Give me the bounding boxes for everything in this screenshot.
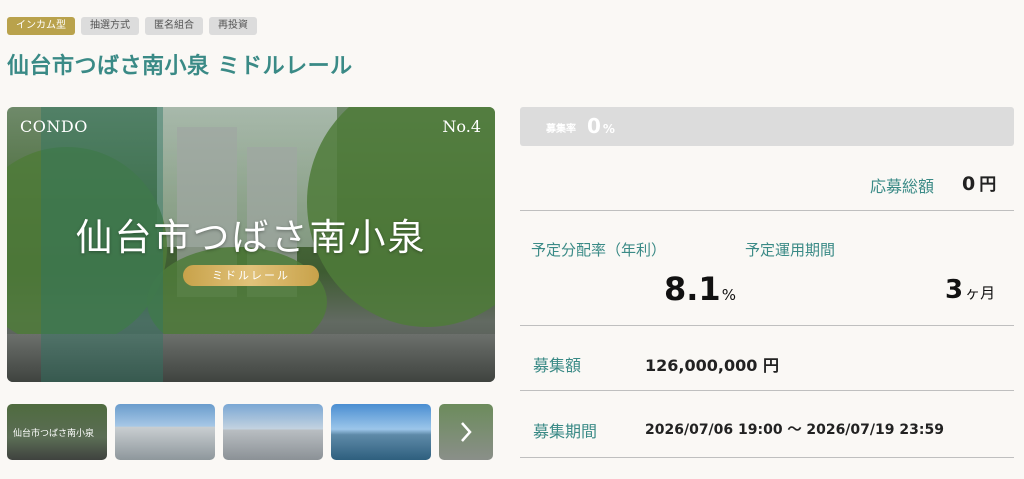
total-applied-value: 0円 xyxy=(962,173,997,195)
fund-title: 仙台市つばさ南小泉 ミドルレール xyxy=(7,54,353,79)
recruitment-amount-value: 126,000,000 円 xyxy=(645,356,779,375)
total-applied-label: 応募総額 xyxy=(870,177,935,196)
divider xyxy=(520,390,1014,391)
tag-income-type: インカム型 xyxy=(7,17,75,35)
divider xyxy=(520,325,1014,326)
main-property-image[interactable]: CONDO No.4 仙台市つばさ南小泉 ミドルレール xyxy=(7,107,495,382)
chevron-right-icon[interactable] xyxy=(439,404,493,460)
brand-label: CONDO xyxy=(20,117,88,136)
operation-period-label: 予定運用期間 xyxy=(745,241,836,259)
operation-period-value: 3 ヶ月 xyxy=(945,275,996,305)
divider xyxy=(520,210,1014,211)
fund-number: No.4 xyxy=(442,117,481,136)
tag-reinvestment: 再投資 xyxy=(209,17,257,35)
property-name-overlay: 仙台市つばさ南小泉 xyxy=(75,216,427,259)
recruitment-amount-label: 募集額 xyxy=(533,356,582,375)
rank-badge: ミドルレール xyxy=(183,265,319,286)
thumbnail[interactable] xyxy=(223,404,323,460)
thumbnail[interactable] xyxy=(331,404,431,460)
recruitment-rate-label: 募集率 xyxy=(546,124,576,135)
tag-anonymous-partnership: 匿名組合 xyxy=(145,17,203,35)
fund-tags: インカム型 抽選方式 匿名組合 再投資 xyxy=(7,17,257,35)
recruitment-period-value: 2026/07/06 19:00 〜 2026/07/19 23:59 xyxy=(645,422,944,438)
tag-lottery: 抽選方式 xyxy=(81,17,139,35)
recruitment-rate-value: 0% xyxy=(587,114,615,138)
thumbnail[interactable]: 仙台市つばさ南小泉 xyxy=(7,404,107,460)
distribution-rate-label: 予定分配率（年利） xyxy=(531,241,667,259)
thumbnail-strip: 仙台市つばさ南小泉 xyxy=(7,404,493,460)
recruitment-period-label: 募集期間 xyxy=(533,422,598,441)
recruitment-rate-bar: 募集率 0% xyxy=(520,107,1014,146)
divider xyxy=(520,457,1014,458)
thumbnail-caption: 仙台市つばさ南小泉 xyxy=(13,429,95,439)
thumbnail[interactable] xyxy=(115,404,215,460)
distribution-rate-value: 8.1% xyxy=(664,270,736,308)
